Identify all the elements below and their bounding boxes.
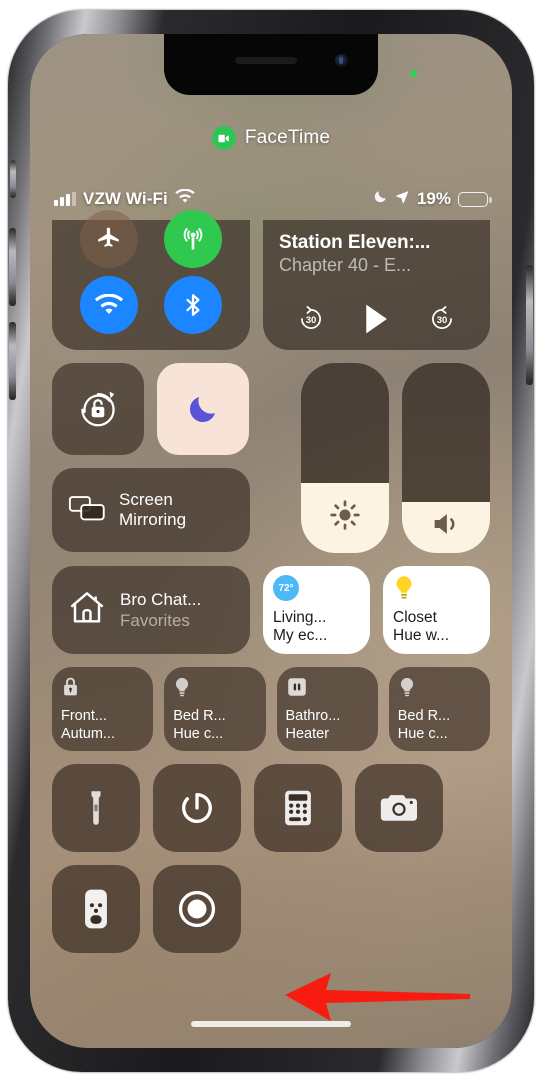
camera-privacy-indicator	[410, 70, 417, 77]
utilities-row	[52, 764, 490, 852]
moon-icon	[373, 189, 388, 209]
iphone-device-frame: FaceTime VZW Wi-Fi 19% Station Eleven:..…	[8, 10, 534, 1072]
extras-row	[52, 865, 490, 953]
lock-icon	[61, 675, 144, 699]
battery-percent-label: 19%	[416, 189, 451, 208]
home-subtitle: Favorites	[120, 610, 190, 630]
screen-mirroring-icon	[68, 493, 106, 528]
wifi-icon	[175, 188, 195, 209]
camera-button[interactable]	[355, 764, 443, 852]
rewind-30-button[interactable]: 30	[297, 305, 325, 333]
facetime-label: FaceTime	[244, 127, 331, 148]
small-accessories-row: Front... Autum... Bed R... Hue c... Bath…	[52, 667, 490, 751]
bluetooth-button[interactable]	[164, 276, 222, 334]
accessory-labels: Living... My ec...	[273, 609, 328, 644]
now-playing-module[interactable]: Station Eleven:... Chapter 40 - E... 30	[263, 220, 490, 350]
accessory-front-door-lock[interactable]: Front... Autum...	[52, 667, 154, 751]
outlet-icon	[286, 675, 369, 699]
home-indicator[interactable]	[191, 1021, 351, 1027]
volume-up-button[interactable]	[9, 228, 16, 306]
screen-recording-button[interactable]	[153, 865, 241, 953]
volume-down-button[interactable]	[9, 322, 16, 400]
media-controls: 30 30	[279, 302, 474, 336]
brightness-fill	[301, 482, 389, 553]
accessory-labels: Bed R... Hue c...	[397, 708, 451, 742]
toggles-sliders-row: Screen Mirroring	[52, 363, 490, 553]
iphone-screen: FaceTime VZW Wi-Fi 19% Station Eleven:..…	[30, 34, 512, 1048]
do-not-disturb-button[interactable]	[157, 363, 249, 455]
control-center: Station Eleven:... Chapter 40 - E... 30	[30, 210, 512, 966]
home-module-button[interactable]: Bro Chat... Favorites	[52, 566, 250, 654]
accessory-bathroom-heater[interactable]: Bathro... Heater	[276, 667, 378, 751]
play-button[interactable]	[361, 302, 391, 336]
lightbulb-icon	[398, 675, 481, 699]
accessory-card-closet-light[interactable]: Closet Hue w...	[383, 566, 490, 654]
screen-bezel: FaceTime VZW Wi-Fi 19% Station Eleven:..…	[30, 34, 512, 1048]
svg-text:30: 30	[306, 315, 317, 326]
volume-slider[interactable]	[402, 363, 490, 553]
location-arrow-icon	[395, 189, 410, 209]
screen-mirroring-button[interactable]: Screen Mirroring	[52, 468, 250, 552]
accessory-bedroom-light-1[interactable]: Bed R... Hue c...	[164, 667, 266, 751]
row-spacer	[254, 865, 490, 953]
brightness-slider[interactable]	[301, 363, 389, 553]
media-subtitle: Chapter 40 - E...	[279, 255, 412, 275]
carrier-label: VZW Wi-Fi	[83, 189, 168, 208]
home-text: Bro Chat... Favorites	[120, 590, 201, 631]
media-title: Station Eleven:...	[279, 232, 431, 253]
status-bar: VZW Wi-Fi 19%	[30, 186, 512, 212]
timer-button[interactable]	[153, 764, 241, 852]
accessory-bedroom-light-2[interactable]: Bed R... Hue c...	[388, 667, 490, 751]
calculator-button[interactable]	[254, 764, 342, 852]
accessory-card-thermostat[interactable]: 72° Living... My ec...	[263, 566, 370, 654]
accessory-labels: Closet Hue w...	[393, 609, 449, 644]
notch	[164, 34, 378, 95]
connectivity-module	[52, 210, 250, 350]
facetime-indicator[interactable]: FaceTime	[30, 126, 512, 150]
lightbulb-icon	[173, 675, 256, 699]
front-camera	[335, 54, 348, 67]
svg-text:30: 30	[437, 315, 448, 326]
home-title: Bro Chat...	[120, 589, 202, 609]
accessory-labels: Bathro... Heater	[285, 708, 341, 742]
forward-30-button[interactable]: 30	[428, 305, 456, 333]
flashlight-button[interactable]	[52, 764, 140, 852]
battery-icon	[458, 191, 492, 207]
rotation-lock-button[interactable]	[52, 363, 144, 455]
accessory-labels: Bed R... Hue c...	[173, 708, 226, 742]
thermostat-icon: 72°	[273, 575, 299, 601]
connectivity-media-row: Station Eleven:... Chapter 40 - E... 30	[52, 210, 490, 350]
video-camera-icon	[211, 126, 236, 150]
annotation-arrow	[285, 973, 470, 1021]
airplane-mode-button[interactable]	[80, 210, 138, 268]
wifi-button[interactable]	[80, 276, 138, 334]
volume-fill	[402, 501, 490, 553]
mute-switch[interactable]	[10, 160, 16, 198]
cellular-data-button[interactable]	[164, 210, 222, 268]
cellular-bars-icon	[54, 192, 76, 206]
home-row: Bro Chat... Favorites 72° Living... My e…	[52, 566, 490, 654]
earpiece-speaker	[235, 57, 298, 64]
left-toggle-stack: Screen Mirroring	[52, 363, 250, 552]
screen-mirroring-label: Screen Mirroring	[119, 489, 187, 529]
lightbulb-icon	[393, 575, 480, 606]
power-button[interactable]	[526, 265, 533, 385]
apple-tv-remote-button[interactable]	[52, 865, 140, 953]
house-icon	[66, 588, 108, 633]
accessory-labels: Front... Autum...	[61, 708, 115, 742]
